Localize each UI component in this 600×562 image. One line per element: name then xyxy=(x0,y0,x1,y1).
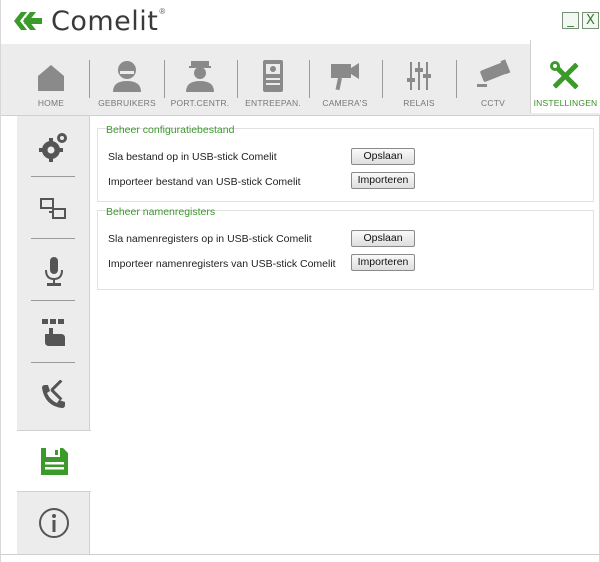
tab-home[interactable]: HOME xyxy=(17,44,85,116)
microphone-icon xyxy=(44,257,63,286)
config-group-title: Beheer configuratiebestand xyxy=(106,124,235,136)
sidebar-item-phone-tools[interactable] xyxy=(17,366,90,428)
title-bar: Comelit ® _ X xyxy=(1,0,600,44)
user-icon xyxy=(113,61,141,92)
save-disk-icon xyxy=(41,448,68,475)
import-config-label: Importeer bestand van USB-stick Comelit xyxy=(108,176,301,188)
minimize-button[interactable]: _ xyxy=(562,12,579,29)
import-names-label: Importeer namenregisters van USB-stick C… xyxy=(108,258,336,270)
tab-cameras[interactable]: CAMERA'S xyxy=(311,44,379,116)
sidebar-item-audio[interactable] xyxy=(17,240,90,302)
tab-label: GEBRUIKERS xyxy=(98,98,156,108)
app-window: Comelit ® _ X HOME GEBRUIKERS PORT.CENTR… xyxy=(0,0,600,562)
camera-icon xyxy=(331,63,359,91)
sidebar-item-keypad[interactable] xyxy=(17,302,90,364)
brand-name: Comelit xyxy=(51,5,159,37)
brand-logo: Comelit ® xyxy=(11,5,166,37)
left-sidebar xyxy=(17,116,91,554)
phone-tools-icon xyxy=(41,380,65,408)
concierge-icon xyxy=(186,61,214,92)
sidebar-item-info[interactable] xyxy=(17,492,90,554)
tab-label: HOME xyxy=(37,98,65,108)
import-config-button[interactable]: Importeren xyxy=(351,172,415,189)
window-bottom-border xyxy=(1,554,600,555)
sidebar-item-network[interactable] xyxy=(17,178,90,240)
tab-gebruikers[interactable]: GEBRUIKERS xyxy=(93,44,161,116)
close-button[interactable]: X xyxy=(582,12,599,29)
tab-separator xyxy=(237,60,238,98)
tab-label: CCTV xyxy=(481,98,505,108)
registered-mark: ® xyxy=(159,6,166,16)
tab-label: INSTELLINGEN xyxy=(533,98,598,108)
sidebar-separator xyxy=(31,176,75,177)
network-devices-icon xyxy=(39,198,66,219)
save-config-button[interactable]: Opslaan xyxy=(351,148,415,165)
cctv-icon xyxy=(477,59,511,87)
info-icon xyxy=(38,508,69,538)
sidebar-item-general[interactable] xyxy=(17,116,90,178)
sidebar-separator xyxy=(31,300,75,301)
top-navigation: HOME GEBRUIKERS PORT.CENTR. ENTREEPAN. C… xyxy=(1,40,600,116)
config-file-group: Beheer configuratiebestand Sla bestand o… xyxy=(97,124,594,202)
tab-entreepan[interactable]: ENTREEPAN. xyxy=(239,44,307,116)
comelit-logo-icon xyxy=(14,12,42,30)
tab-instellingen[interactable]: INSTELLINGEN xyxy=(530,40,600,113)
tab-relais[interactable]: RELAIS xyxy=(385,44,453,116)
names-group-title: Beheer namenregisters xyxy=(106,206,216,218)
tab-label: PORT.CENTR. xyxy=(170,98,230,108)
import-names-button[interactable]: Importeren xyxy=(351,254,415,271)
gears-icon xyxy=(38,133,67,162)
touch-keypad-icon xyxy=(41,319,65,346)
tab-separator xyxy=(89,60,90,98)
tab-separator xyxy=(456,60,457,98)
home-icon xyxy=(38,65,64,91)
tab-label: ENTREEPAN. xyxy=(245,98,301,108)
tab-label: CAMERA'S xyxy=(322,98,368,108)
sidebar-item-save[interactable] xyxy=(17,430,91,492)
tools-icon xyxy=(549,61,578,90)
relay-sliders-icon xyxy=(407,62,431,90)
tab-port-centr[interactable]: PORT.CENTR. xyxy=(165,44,235,116)
names-register-group: Beheer namenregisters Sla namenregisters… xyxy=(97,206,594,290)
tab-label: RELAIS xyxy=(403,98,435,108)
entrance-panel-icon xyxy=(263,60,283,92)
save-names-label: Sla namenregisters op in USB-stick Comel… xyxy=(108,233,312,245)
sidebar-separator xyxy=(31,362,75,363)
save-config-label: Sla bestand op in USB-stick Comelit xyxy=(108,151,277,163)
sidebar-separator xyxy=(31,238,75,239)
tab-separator xyxy=(382,60,383,98)
tab-separator xyxy=(309,60,310,98)
save-names-button[interactable]: Opslaan xyxy=(351,230,415,247)
tab-cctv[interactable]: CCTV xyxy=(459,44,527,116)
